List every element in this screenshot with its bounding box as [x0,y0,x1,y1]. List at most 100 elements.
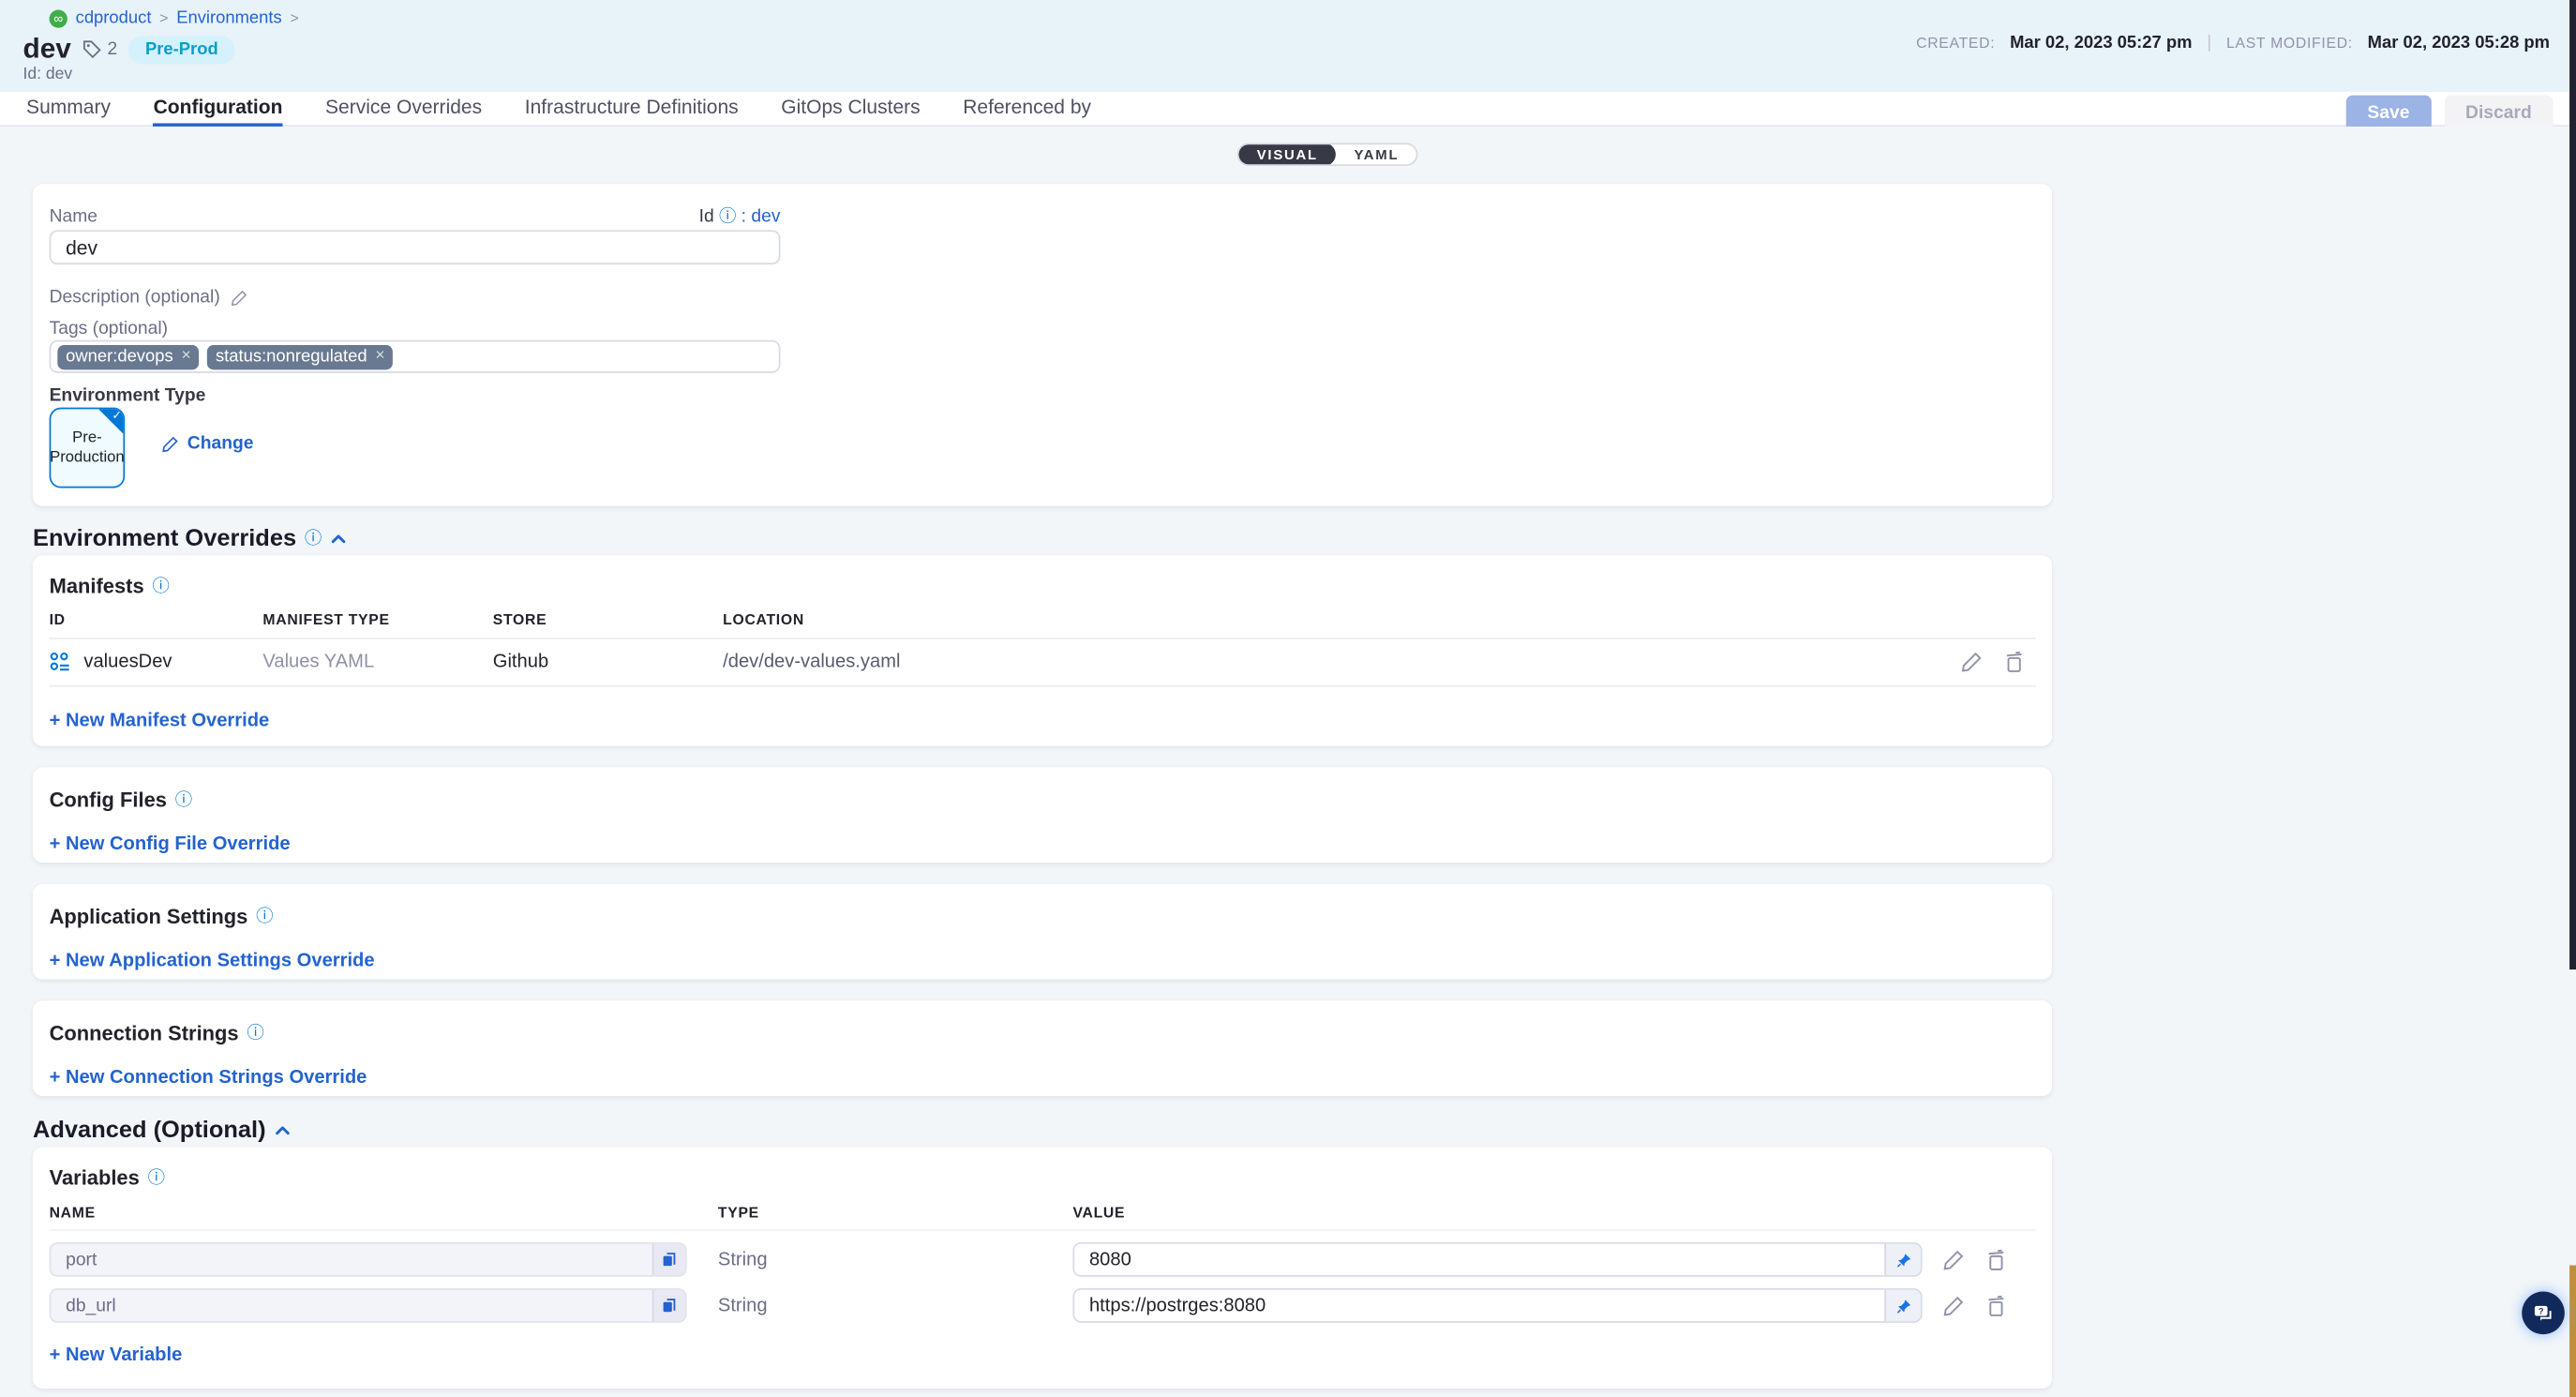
tags-input[interactable]: owner:devops × status:nonregulated × [50,340,781,373]
info-icon[interactable]: ⓘ [247,1025,263,1042]
chevron-up-icon[interactable] [274,1122,291,1139]
edit-description-icon[interactable] [230,289,247,307]
edit-variable-icon[interactable] [1942,1294,1966,1317]
variable-value-input[interactable] [1074,1244,1884,1275]
copy-icon[interactable] [652,1290,685,1321]
info-icon[interactable]: ⓘ [256,909,273,925]
toggle-yaml[interactable]: YAML [1336,143,1416,166]
variable-name-input[interactable] [51,1244,651,1275]
page-title: dev [23,33,71,66]
edit-variable-icon[interactable] [1942,1248,1966,1271]
info-icon[interactable]: ⓘ [175,791,192,808]
breadcrumb: ∞ cdproduct > Environments > [50,8,299,28]
created-label: CREATED: [1916,35,1995,52]
chevron-up-icon[interactable] [330,531,347,548]
chat-help-icon: ? [2532,1302,2555,1324]
delete-manifest-icon[interactable] [2002,651,2026,674]
new-variable-link[interactable]: + New Variable [50,1345,183,1365]
tag-count: 2 [82,39,117,59]
tag-icon [82,39,102,59]
new-application-settings-override-link[interactable]: + New Application Settings Override [50,952,375,971]
variables-title: Variables [50,1166,140,1190]
pin-icon[interactable] [1884,1244,1921,1275]
variable-row: String [50,1242,2036,1277]
created-value: Mar 02, 2023 05:27 pm [2010,33,2192,53]
app-viewport: ∞ cdproduct > Environments > dev 2 Pre-P… [0,0,2576,1397]
scrollbar-marker [2569,1266,2576,1397]
tab-configuration[interactable]: Configuration [154,91,283,126]
connection-strings-card: Connection Strings ⓘ + New Connection St… [33,1000,2052,1096]
manifest-row: valuesDev Values YAML Github /dev/dev-va… [50,638,2036,687]
section-title: Advanced (Optional) [33,1118,266,1144]
id-value[interactable]: : dev [741,207,781,227]
tag-chip: owner:devops × [57,344,199,368]
project-icon: ∞ [50,9,67,27]
remove-tag-icon[interactable]: × [181,347,190,365]
col-manifest-type: MANIFEST TYPE [262,611,492,628]
manifest-icon [50,651,73,674]
name-input[interactable] [50,230,781,264]
variable-name-field [50,1242,687,1277]
delete-variable-icon[interactable] [1984,1248,2008,1271]
check-icon: ✓ [112,409,121,422]
tab-summary[interactable]: Summary [26,91,111,126]
visual-yaml-toggle: VISUAL YAML [1237,143,1419,166]
new-connection-strings-override-link[interactable]: + New Connection Strings Override [50,1068,367,1088]
connection-strings-title: Connection Strings [50,1022,239,1045]
pencil-icon [161,435,179,453]
edit-manifest-icon[interactable] [1960,651,1984,674]
breadcrumb-project[interactable]: cdproduct [76,8,152,28]
manifest-id: valuesDev [83,653,172,672]
id-label: Id [699,207,714,227]
delete-variable-icon[interactable] [1984,1294,2008,1317]
col-location: LOCATION [723,611,2035,628]
tab-referenced-by[interactable]: Referenced by [963,91,1091,126]
info-icon[interactable]: ⓘ [148,1169,165,1186]
tag-chip: status:nonregulated × [207,344,393,368]
environment-type-label: Environment Type [50,386,206,406]
environment-type-badge: Pre-Prod [128,36,234,64]
tag-chip-label: owner:devops [66,346,173,366]
tag-count-value: 2 [107,39,117,59]
tab-service-overrides[interactable]: Service Overrides [325,91,482,126]
breadcrumb-environments[interactable]: Environments [176,8,282,28]
help-chat-button[interactable]: ? [2522,1292,2565,1335]
toggle-visual[interactable]: VISUAL [1238,143,1336,166]
application-settings-card: Application Settings ⓘ + New Application… [33,884,2052,980]
col-id: ID [50,611,263,628]
col-type: TYPE [718,1205,1073,1222]
config-files-title: Config Files [50,789,167,812]
remove-tag-icon[interactable]: × [375,347,384,365]
advanced-header: Advanced (Optional) [33,1118,291,1144]
variables-card: Variables ⓘ NAME TYPE VALUE String [33,1147,2052,1389]
variable-name-input[interactable] [51,1290,651,1321]
environment-details-card: Name Id ⓘ : dev Description (optional) T… [33,184,2052,506]
info-icon[interactable]: ⓘ [305,531,322,548]
svg-text:?: ? [2539,1306,2544,1315]
environment-type-card[interactable]: Pre-Production ✓ [50,408,126,488]
scrollbar-thumb[interactable] [2569,0,2576,969]
change-env-type-link[interactable]: Change [161,434,254,454]
tab-infrastructure-definitions[interactable]: Infrastructure Definitions [525,91,739,126]
info-icon[interactable]: ⓘ [152,578,169,594]
manifest-location: /dev/dev-values.yaml [723,653,1960,672]
tags-label: Tags (optional) [50,319,168,338]
variable-value-field [1072,1288,1922,1323]
pin-icon[interactable] [1884,1290,1921,1321]
manifest-store: Github [493,653,723,672]
variable-type: String [718,1296,1073,1315]
tab-gitops-clusters[interactable]: GitOps Clusters [781,91,920,126]
copy-icon[interactable] [652,1244,685,1275]
new-config-file-override-link[interactable]: + New Config File Override [50,834,291,854]
tag-chip-label: status:nonregulated [216,346,367,366]
new-manifest-override-link[interactable]: + New Manifest Override [50,712,270,731]
manifest-type: Values YAML [262,653,492,672]
variable-value-input[interactable] [1074,1290,1884,1321]
entity-id: Id: dev [23,66,73,83]
info-icon[interactable]: ⓘ [719,208,736,225]
tab-bar: Summary Configuration Service Overrides … [0,92,2576,127]
name-label: Name [50,207,97,227]
content-area: VISUAL YAML Name Id ⓘ : dev Description … [0,127,2576,1397]
variable-row: String [50,1288,2036,1323]
section-title: Environment Overrides [33,526,296,552]
